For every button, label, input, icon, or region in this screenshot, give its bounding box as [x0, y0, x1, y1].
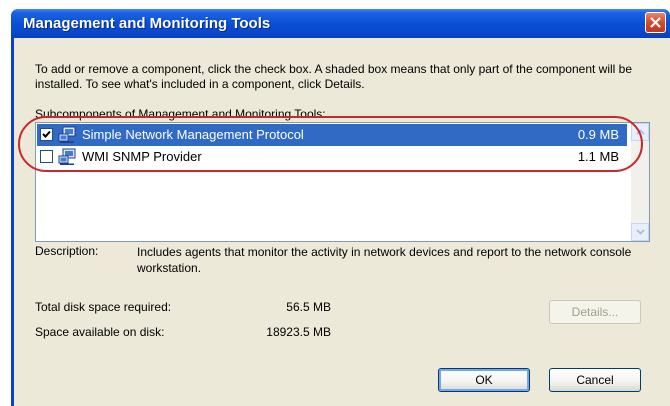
- title-bar[interactable]: Management and Monitoring Tools: [11, 9, 670, 38]
- component-size: 1.1 MB: [577, 149, 619, 164]
- list-item[interactable]: Simple Network Management Protocol 0.9 M…: [37, 124, 627, 146]
- chevron-down-icon: [636, 229, 645, 235]
- computer-network-icon: [58, 126, 76, 143]
- disk-required-value: 56.5 MB: [286, 300, 331, 314]
- ok-button[interactable]: OK: [438, 368, 530, 392]
- close-button[interactable]: [645, 12, 666, 33]
- checkmark-icon: [42, 130, 51, 138]
- dialog-window: Management and Monitoring Tools To add o…: [11, 9, 670, 406]
- cancel-button[interactable]: Cancel: [549, 368, 641, 392]
- list-item[interactable]: WMI SNMP Provider 1.1 MB: [37, 146, 627, 168]
- component-checkbox[interactable]: [40, 128, 53, 141]
- disk-available-label: Space available on disk:: [35, 325, 165, 339]
- list-scrollbar[interactable]: [631, 123, 649, 241]
- window-title: Management and Monitoring Tools: [23, 15, 271, 32]
- chevron-up-icon: [636, 129, 645, 135]
- scroll-down-button[interactable]: [631, 223, 649, 241]
- scroll-up-button[interactable]: [631, 123, 649, 141]
- subcomponents-label: Subcomponents of Management and Monitori…: [35, 107, 326, 121]
- description-label: Description:: [35, 244, 99, 258]
- dialog-body: To add or remove a component, click the …: [14, 38, 670, 406]
- component-checkbox[interactable]: [40, 150, 53, 163]
- disk-available-value: 18923.5 MB: [266, 325, 331, 339]
- instructions-text: To add or remove a component, click the …: [35, 62, 633, 91]
- disk-required-label: Total disk space required:: [35, 300, 172, 314]
- subcomponents-list[interactable]: Simple Network Management Protocol 0.9 M…: [35, 122, 650, 242]
- details-button[interactable]: Details...: [549, 300, 641, 324]
- component-name: WMI SNMP Provider: [82, 149, 202, 164]
- close-icon: [650, 17, 661, 28]
- description-text: Includes agents that monitor the activit…: [137, 245, 632, 275]
- component-name: Simple Network Management Protocol: [82, 127, 304, 142]
- component-size: 0.9 MB: [577, 127, 619, 142]
- computer-network-icon: [58, 148, 76, 165]
